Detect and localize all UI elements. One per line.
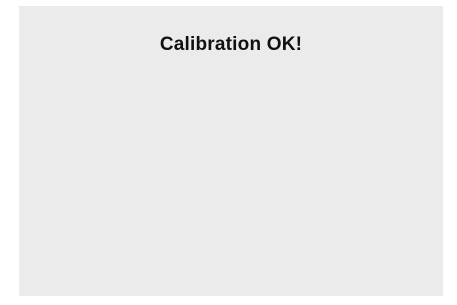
calibration-status-message: Calibration OK! <box>159 34 303 55</box>
device-screen: Calibration OK! <box>19 6 443 296</box>
